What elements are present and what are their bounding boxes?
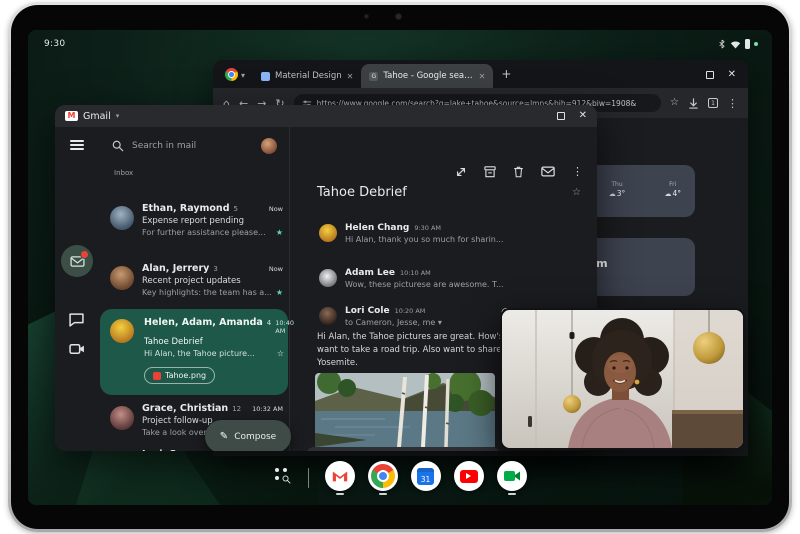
tab-close-icon[interactable]: ✕ [479,72,486,81]
taskbar: 31 [28,461,772,495]
more-options-icon[interactable]: ⋮ [572,165,583,178]
taskbar-app-meet[interactable] [496,461,527,495]
archive-icon[interactable] [484,166,496,178]
wifi-icon [730,40,741,49]
star-icon[interactable]: ☆ [572,187,581,198]
sender-avatar [110,266,134,290]
image-file-icon [153,371,161,380]
app-grid-search[interactable] [274,467,292,489]
email-list-pane: Search in mail Inbox Ethan, Raymond 5 Now … [100,127,294,451]
privacy-indicator-dot [754,42,758,46]
attachment-bar[interactable]: Tahoe.png ✕ [306,447,500,451]
close-window-button[interactable]: ✕ [728,70,736,80]
chrome-menu-icon[interactable]: ⋮ [727,98,738,109]
download-icon[interactable] [688,98,699,109]
close-window-button[interactable]: ✕ [579,111,587,121]
battery-icon [745,39,750,49]
tab-favicon: G [369,71,379,81]
chevron-down-icon[interactable]: ▾ [116,112,120,120]
calendar-icon: 31 [417,467,434,485]
search-placeholder: Search in mail [132,141,197,151]
thread-subject: Tahoe Debrief [317,185,407,200]
chevron-down-icon[interactable]: ▾ [438,318,442,327]
taskbar-app-chrome[interactable] [367,461,398,495]
tab-material-design[interactable]: Material Design ✕ [253,64,361,88]
rain-cloud-icon: ☁ [664,190,672,198]
tab-count-button[interactable]: 1 [708,98,718,108]
taskbar-app-youtube[interactable] [453,461,484,495]
search-in-mail[interactable]: Search in mail [106,135,283,157]
status-bar: 9:30 [28,36,772,52]
inbox-label: Inbox [114,169,134,177]
tab-tahoe-search[interactable]: G Tahoe - Google search ✕ [361,64,494,88]
sender-avatar [110,206,134,230]
account-avatar[interactable] [261,138,277,154]
chat-icon[interactable] [69,313,84,327]
sender-avatar [319,307,337,325]
restore-window-button[interactable] [705,71,714,79]
nav-mail-selected[interactable] [61,245,93,277]
email-row-alan[interactable]: Alan, Jerrery 3 Now Recent project updates… [100,263,287,305]
sender-avatar [110,406,134,430]
compose-button[interactable]: ✎ Compose [205,420,291,451]
unread-badge [80,250,89,259]
pencil-icon: ✎ [219,431,229,442]
video-call-window[interactable] [500,308,745,450]
delete-icon[interactable] [513,166,524,178]
bookmark-star-icon[interactable]: ☆ [670,98,679,108]
message-helen[interactable]: Helen Chang 9:30 AM Hi Alan, thank you so… [319,223,589,249]
star-icon[interactable]: ★ [272,288,283,297]
chevron-down-icon[interactable]: ▾ [241,71,245,80]
hamburger-menu-icon[interactable] [70,140,84,150]
restore-window-button[interactable] [556,112,565,120]
sender-avatar [319,224,337,242]
youtube-icon [459,469,478,483]
mark-unread-icon[interactable] [541,166,555,177]
email-row-selected-helen[interactable]: Helen, Adam, Amanda 4 10:40 AM Tahoe Debri… [100,309,294,395]
star-icon[interactable]: ★ [272,228,283,237]
attachment-chip[interactable]: Tahoe.png [144,367,216,384]
tab-close-icon[interactable]: ✕ [347,72,354,81]
message-adam[interactable]: Adam Lee 10:10 AM Wow, these picturese ar… [319,268,589,294]
chrome-tab-strip: ▾ Material Design ✕ G Tahoe - Google sea… [213,60,748,88]
front-camera-dot [395,13,402,20]
video-call-feed [502,310,743,448]
search-icon [282,475,291,484]
screenshot-root: 9:30 ▾ Material Design ✕ G Tahoe - Googl… [0,0,800,534]
screen: 9:30 ▾ Material Design ✕ G Tahoe - Googl… [28,30,772,505]
new-tab-button[interactable]: + [501,67,511,81]
bluetooth-icon [718,39,726,49]
front-sensor-dot [364,14,369,19]
gmail-nav-rail [55,127,100,451]
email-row-ethan[interactable]: Ethan, Raymond 5 Now Expense report pendin… [100,203,287,245]
taskbar-divider [307,468,309,488]
weather-day: Thu ☁3° [608,181,626,198]
chrome-icon [370,464,395,488]
taskbar-app-calendar[interactable]: 31 [410,461,441,495]
clock: 9:30 [44,39,66,49]
sender-avatar [319,269,337,287]
meet-icon [503,469,521,483]
meet-video-icon[interactable] [69,343,85,355]
cloud-icon: ☁ [608,190,616,198]
search-icon [112,140,124,152]
gmail-logo-icon: M [65,111,78,121]
chrome-logo-icon[interactable] [225,68,238,81]
expand-icon[interactable] [455,166,467,178]
sender-avatar [110,319,134,343]
tahoe-photo-attachment[interactable] [315,373,495,447]
weather-day: Fri ☁4° [664,181,681,198]
tab-favicon [261,71,271,81]
taskbar-app-gmail[interactable] [324,461,355,495]
gmail-title-bar[interactable]: M Gmail ▾ ✕ [55,105,597,127]
gmail-icon [332,471,347,482]
star-icon[interactable]: ☆ [273,349,284,358]
